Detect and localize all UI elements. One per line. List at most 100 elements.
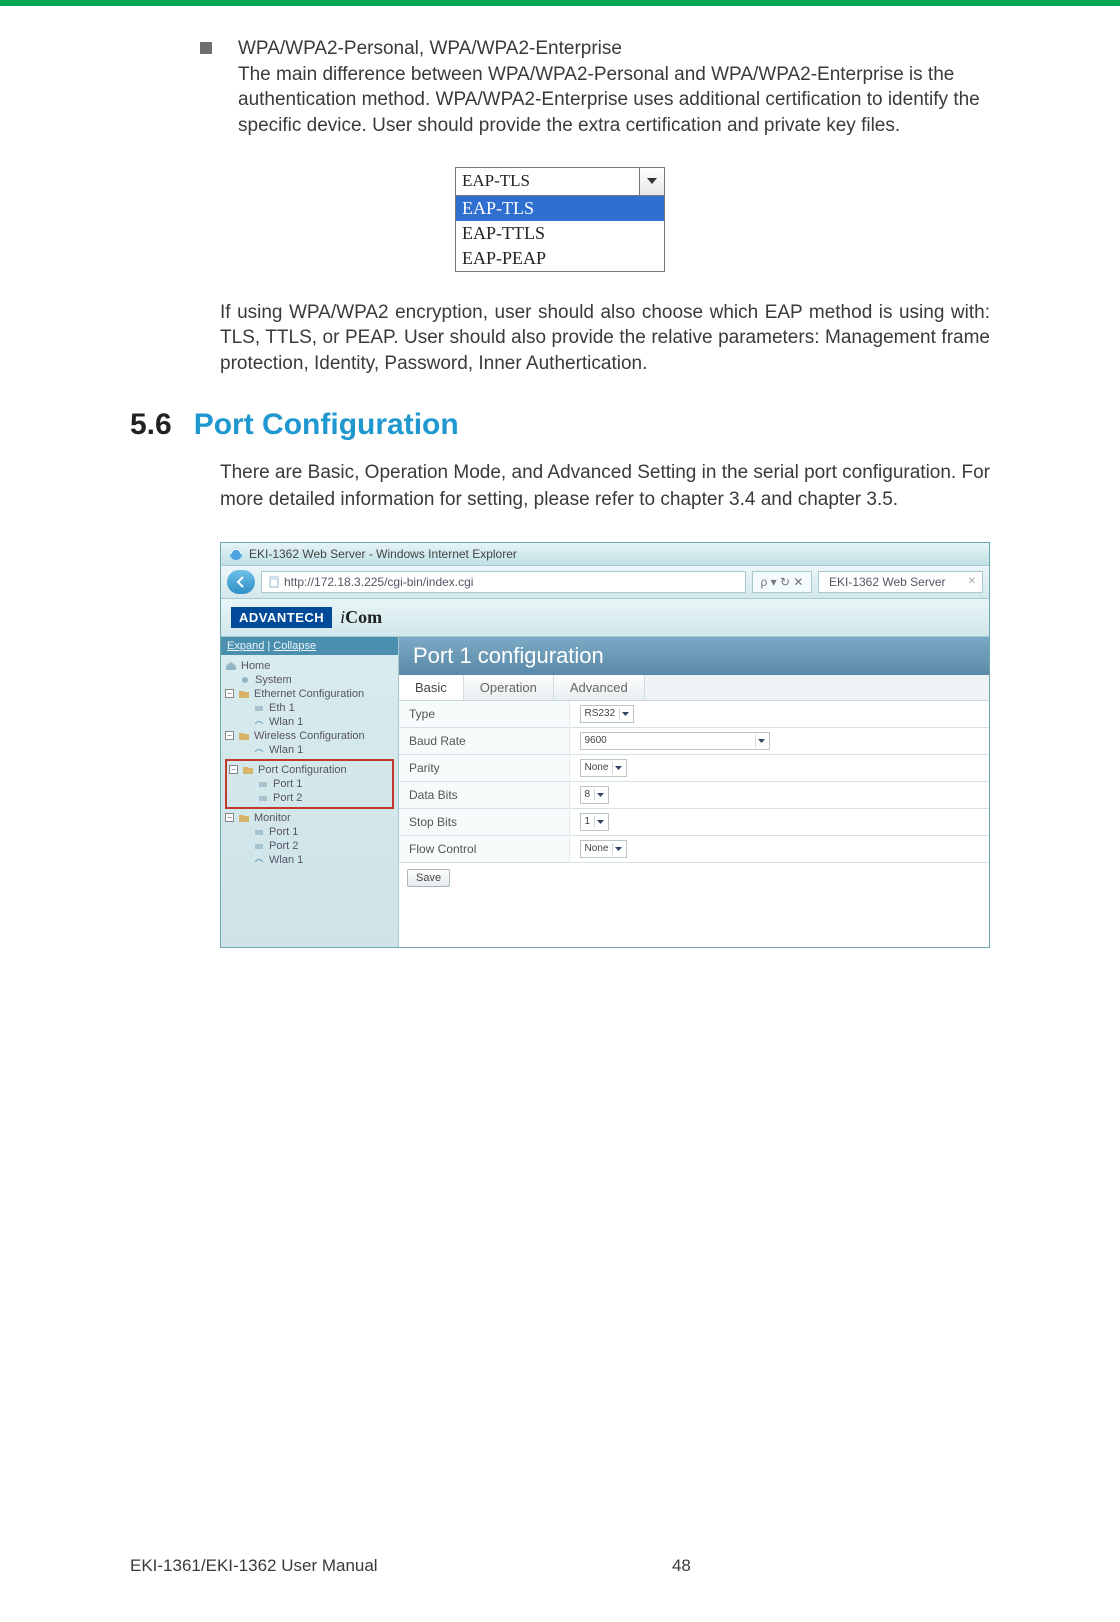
brand-logo: ADVANTECH: [231, 607, 332, 628]
select-databits[interactable]: 8: [580, 786, 610, 804]
folder-icon: [238, 689, 250, 699]
bullet-body: The main difference between WPA/WPA2-Per…: [238, 62, 990, 139]
config-tabs: Basic Operation Advanced: [399, 675, 989, 701]
folder-icon: [238, 813, 250, 823]
section-body: There are Basic, Operation Mode, and Adv…: [220, 460, 990, 513]
config-table: Type RS232 Baud Rate 9600 Parity None: [399, 701, 989, 863]
wlan-icon: [253, 717, 265, 727]
sidebar: Expand | Collapse Home System −: [221, 637, 399, 947]
tree-monitor-wlan1[interactable]: Wlan 1: [225, 853, 394, 867]
eap-option-tls[interactable]: EAP-TLS: [456, 196, 664, 221]
select-type[interactable]: RS232: [580, 705, 635, 723]
brand-sub: iCom: [340, 607, 382, 628]
bullet-square-icon: [200, 42, 212, 54]
label-baud: Baud Rate: [399, 727, 569, 754]
home-icon: [225, 661, 237, 671]
section-heading: 5.6 Port Configuration: [130, 408, 990, 442]
tree-port1[interactable]: Port 1: [229, 777, 390, 791]
address-bar[interactable]: http://172.18.3.225/cgi-bin/index.cgi: [261, 571, 746, 593]
save-button[interactable]: Save: [407, 869, 450, 887]
chevron-down-icon: [755, 735, 767, 747]
row-stopbits: Stop Bits 1: [399, 808, 989, 835]
collapse-link[interactable]: Collapse: [273, 640, 316, 652]
port-icon: [257, 793, 269, 803]
page-footer: EKI-1361/EKI-1362 User Manual 48 .: [130, 1556, 990, 1576]
row-baud: Baud Rate 9600: [399, 727, 989, 754]
gear-icon: [239, 675, 251, 685]
eap-dropdown-figure: EAP-TLS EAP-TLS EAP-TTLS EAP-PEAP: [455, 167, 665, 272]
select-parity[interactable]: None: [580, 759, 628, 777]
label-stopbits: Stop Bits: [399, 808, 569, 835]
tree-ethernet-cfg[interactable]: − Ethernet Configuration: [225, 687, 394, 701]
close-icon[interactable]: ✕: [968, 576, 976, 587]
folder-icon: [242, 765, 254, 775]
tab-basic[interactable]: Basic: [399, 675, 464, 700]
sidebar-top-links: Expand | Collapse: [221, 637, 398, 655]
label-flow: Flow Control: [399, 835, 569, 862]
select-stopbits[interactable]: 1: [580, 813, 610, 831]
tree-wlan1-wifi[interactable]: Wlan 1: [225, 743, 394, 757]
chevron-down-icon: [594, 816, 606, 828]
select-baud[interactable]: 9600: [580, 732, 770, 750]
chevron-down-icon: [612, 843, 624, 855]
eap-paragraph: If using WPA/WPA2 encryption, user shoul…: [220, 300, 990, 377]
row-type: Type RS232: [399, 701, 989, 728]
main-panel: Port 1 configuration Basic Operation Adv…: [399, 637, 989, 947]
tree-monitor[interactable]: − Monitor: [225, 811, 394, 825]
back-button[interactable]: [227, 570, 255, 594]
tree-port-cfg[interactable]: − Port Configuration: [229, 763, 390, 777]
eap-dropdown-value: EAP-TLS: [456, 168, 639, 195]
footer-doc-title: EKI-1361/EKI-1362 User Manual: [130, 1556, 378, 1576]
tree-monitor-port2[interactable]: Port 2: [225, 839, 394, 853]
collapse-toggle-icon[interactable]: −: [225, 731, 234, 740]
eap-dropdown[interactable]: EAP-TLS: [455, 167, 665, 196]
browser-window: EKI-1362 Web Server - Windows Internet E…: [220, 542, 990, 948]
row-databits: Data Bits 8: [399, 781, 989, 808]
label-parity: Parity: [399, 754, 569, 781]
tree-port2[interactable]: Port 2: [229, 791, 390, 805]
collapse-toggle-icon[interactable]: −: [225, 813, 234, 822]
port-icon: [253, 703, 265, 713]
label-databits: Data Bits: [399, 781, 569, 808]
folder-icon: [238, 731, 250, 741]
tree-monitor-port1[interactable]: Port 1: [225, 825, 394, 839]
brand-bar: ADVANTECH iCom: [221, 599, 989, 637]
chevron-down-icon: [594, 789, 606, 801]
main-title: Port 1 configuration: [399, 637, 989, 675]
collapse-toggle-icon[interactable]: −: [229, 765, 238, 774]
collapse-toggle-icon[interactable]: −: [225, 689, 234, 698]
expand-link[interactable]: Expand: [227, 640, 264, 652]
row-flow: Flow Control None: [399, 835, 989, 862]
port-icon: [253, 841, 265, 851]
tree-system[interactable]: System: [225, 673, 394, 687]
eap-dropdown-list: EAP-TLS EAP-TTLS EAP-PEAP: [455, 196, 665, 272]
highlighted-port-cfg: − Port Configuration Port 1 Port 2: [225, 759, 394, 809]
chevron-down-icon[interactable]: [639, 168, 664, 195]
footer-page-number: 48: [672, 1556, 691, 1576]
browser-tab-label: EKI-1362 Web Server: [829, 575, 946, 589]
browser-title-text: EKI-1362 Web Server - Windows Internet E…: [249, 547, 517, 561]
bullet-title: WPA/WPA2-Personal, WPA/WPA2-Enterprise: [238, 36, 990, 62]
tree-home[interactable]: Home: [225, 659, 394, 673]
select-flow[interactable]: None: [580, 840, 628, 858]
tree-eth1[interactable]: Eth 1: [225, 701, 394, 715]
tree-wlan1-eth[interactable]: Wlan 1: [225, 715, 394, 729]
sidebar-tree: Home System − Ethernet Configuration: [221, 655, 398, 875]
chevron-down-icon: [612, 762, 624, 774]
browser-tab[interactable]: EKI-1362 Web Server ✕: [818, 571, 983, 593]
search-refresh-controls[interactable]: ρ ▾ ↻ ✕: [752, 571, 812, 593]
section-title: Port Configuration: [194, 408, 459, 442]
tab-operation[interactable]: Operation: [464, 675, 554, 700]
page-icon: [268, 576, 280, 588]
address-url: http://172.18.3.225/cgi-bin/index.cgi: [284, 575, 473, 589]
section-number: 5.6: [130, 408, 172, 442]
label-type: Type: [399, 701, 569, 728]
tab-advanced[interactable]: Advanced: [554, 675, 645, 700]
eap-option-ttls[interactable]: EAP-TTLS: [456, 221, 664, 246]
wlan-icon: [253, 855, 265, 865]
bullet-wpa: WPA/WPA2-Personal, WPA/WPA2-Enterprise T…: [200, 36, 990, 139]
tree-wireless-cfg[interactable]: − Wireless Configuration: [225, 729, 394, 743]
eap-option-peap[interactable]: EAP-PEAP: [456, 246, 664, 271]
row-parity: Parity None: [399, 754, 989, 781]
search-controls-text: ρ ▾ ↻ ✕: [761, 575, 804, 589]
